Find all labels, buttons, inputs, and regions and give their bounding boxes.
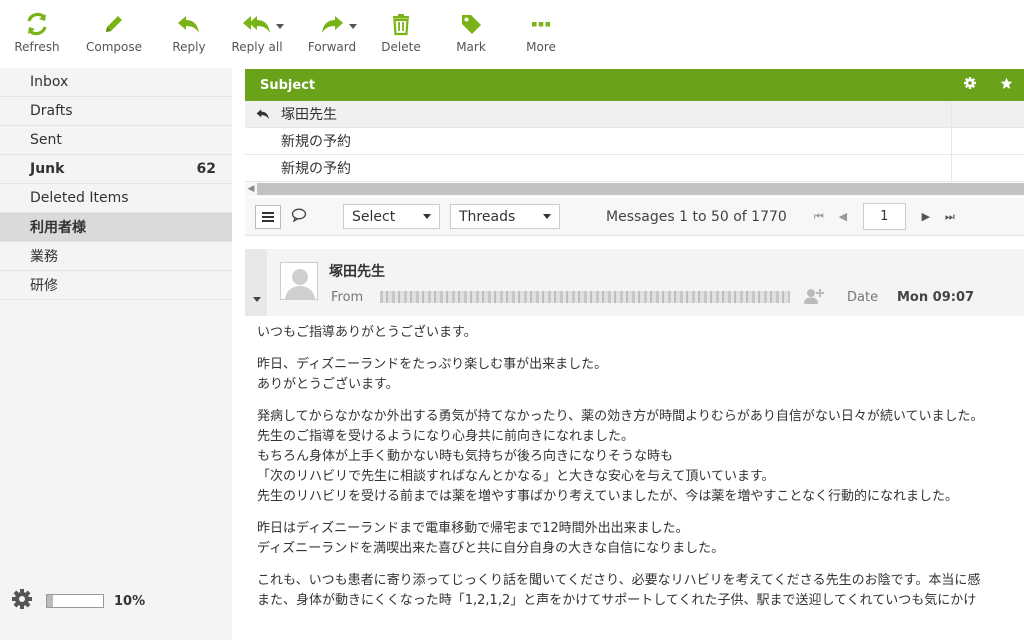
select-dropdown[interactable]: Select bbox=[343, 204, 440, 229]
list-options-gear-icon[interactable] bbox=[952, 77, 988, 93]
message-subject: 塚田先生 bbox=[281, 107, 337, 123]
refresh-label: Refresh bbox=[14, 40, 60, 54]
select-value: Select bbox=[352, 208, 396, 225]
chevron-down-icon bbox=[423, 214, 431, 219]
quota-bar bbox=[46, 594, 104, 608]
folder-name: 業務 bbox=[30, 249, 58, 265]
threads-value: Threads bbox=[459, 208, 516, 225]
body-paragraph: 昨日、ディズニーランドをたっぷり楽しむ事が出来ました。 ありがとうございます。 bbox=[257, 357, 608, 392]
from-label: From bbox=[331, 290, 364, 305]
message-subject: 新規の予約 bbox=[281, 134, 351, 150]
forward-icon bbox=[319, 10, 357, 38]
mark-label: Mark bbox=[456, 40, 486, 54]
folder-junk[interactable]: Junk 62 bbox=[0, 155, 232, 184]
message-subject: 新規の予約 bbox=[281, 161, 351, 177]
toolbar: Refresh Compose Reply Reply all Forward … bbox=[0, 0, 1024, 64]
folder-drafts[interactable]: Drafts bbox=[0, 97, 232, 126]
list-header: Subject bbox=[245, 69, 1024, 101]
body-paragraph: 発病してからなかなか外出する勇気が持てなかったり、薬の効き方が時間よりむらがあり… bbox=[257, 409, 984, 504]
sidebar-footer: 10% bbox=[0, 586, 232, 616]
folder-name: Drafts bbox=[30, 103, 73, 119]
trash-icon bbox=[390, 10, 412, 38]
gear-icon[interactable] bbox=[12, 589, 32, 613]
prev-page-icon[interactable]: ◀ bbox=[831, 210, 855, 223]
mark-button[interactable]: Mark bbox=[446, 0, 496, 64]
compose-button[interactable]: Compose bbox=[72, 0, 156, 64]
reply-icon bbox=[176, 10, 202, 38]
quota-text: 10% bbox=[114, 593, 146, 609]
folder-name: Deleted Items bbox=[30, 190, 129, 206]
compose-label: Compose bbox=[85, 40, 142, 54]
folder-sent[interactable]: Sent bbox=[0, 126, 232, 155]
threads-bubble-icon[interactable] bbox=[291, 207, 307, 226]
message-count-info: Messages 1 to 50 of 1770 bbox=[606, 208, 787, 225]
delete-button[interactable]: Delete bbox=[376, 0, 426, 64]
list-footer: Select Threads Messages 1 to 50 of 1770 … bbox=[245, 198, 1024, 236]
folder-name: 利用者様 bbox=[30, 220, 86, 236]
list-menu-button[interactable] bbox=[255, 204, 281, 229]
more-icon bbox=[530, 10, 552, 38]
body-paragraph: これも、いつも患者に寄り添ってじっくり話を聞いてくださり、必要なリハビリを考えて… bbox=[257, 573, 981, 608]
chevron-down-icon bbox=[253, 297, 261, 302]
last-page-icon[interactable]: ⏭ bbox=[938, 210, 962, 224]
folder-sidebar: Inbox Drafts Sent Junk 62 Deleted Items 利… bbox=[0, 68, 232, 640]
delete-label: Delete bbox=[381, 40, 421, 54]
folder-inbox[interactable]: Inbox bbox=[0, 68, 232, 97]
replied-icon bbox=[245, 107, 281, 121]
forward-button[interactable]: Forward bbox=[304, 0, 360, 64]
folder-deleted-items[interactable]: Deleted Items bbox=[0, 184, 232, 213]
first-page-icon[interactable]: ⏮ bbox=[807, 210, 831, 224]
folder-name: Inbox bbox=[30, 74, 69, 90]
next-page-icon[interactable]: ▶ bbox=[914, 210, 938, 223]
quota-fill bbox=[47, 595, 53, 607]
menu-icon bbox=[262, 211, 274, 222]
chevron-down-icon bbox=[349, 24, 357, 29]
refresh-icon bbox=[25, 10, 49, 38]
more-label: More bbox=[526, 40, 556, 54]
refresh-button[interactable]: Refresh bbox=[10, 0, 64, 64]
threads-dropdown[interactable]: Threads bbox=[450, 204, 560, 229]
forward-label: Forward bbox=[307, 40, 357, 54]
horizontal-scrollbar[interactable]: ◀ bbox=[245, 182, 1024, 196]
body-paragraph: いつもご指導ありがとうございます。 bbox=[257, 325, 477, 340]
pencil-icon bbox=[102, 10, 126, 38]
folder-name: Junk bbox=[30, 161, 65, 177]
folder-clients[interactable]: 利用者様 bbox=[0, 213, 232, 242]
chevron-down-icon bbox=[276, 24, 284, 29]
unread-count: 62 bbox=[196, 161, 216, 177]
scroll-left-icon[interactable]: ◀ bbox=[245, 184, 257, 194]
reply-all-button[interactable]: Reply all bbox=[226, 0, 288, 64]
scrollbar-thumb[interactable] bbox=[257, 183, 1024, 195]
folder-name: 研修 bbox=[30, 278, 58, 294]
sender-address-redacted[interactable] bbox=[380, 291, 790, 303]
date-value: Mon 09:07 bbox=[897, 290, 975, 305]
flag-star-icon[interactable] bbox=[988, 77, 1024, 94]
body-paragraph: 昨日はディズニーランドまで電車移動で帰宅まで12時間外出出来ました。 ディズニーラ… bbox=[257, 521, 725, 556]
folder-work[interactable]: 業務 bbox=[0, 242, 232, 271]
reply-button[interactable]: Reply bbox=[162, 0, 216, 64]
preview-header: 塚田先生 From Date Mon 09:07 bbox=[245, 249, 1024, 316]
page-number-input[interactable]: 1 bbox=[862, 203, 906, 230]
chevron-down-icon bbox=[543, 214, 551, 219]
avatar bbox=[280, 262, 318, 300]
reply-all-icon bbox=[242, 10, 284, 38]
table-row[interactable]: 塚田先生 bbox=[245, 101, 1024, 128]
tag-icon bbox=[459, 10, 483, 38]
table-row[interactable]: 新規の予約 bbox=[245, 128, 1024, 155]
add-contact-icon[interactable] bbox=[803, 288, 825, 308]
message-body: いつもご指導ありがとうございます。 昨日、ディズニーランドをたっぷり楽しむ事が出… bbox=[257, 323, 1024, 618]
date-label: Date bbox=[847, 290, 879, 305]
folder-name: Sent bbox=[30, 132, 62, 148]
more-button[interactable]: More bbox=[516, 0, 566, 64]
column-subject[interactable]: Subject bbox=[260, 78, 315, 93]
reply-all-label: Reply all bbox=[231, 40, 283, 54]
header-toggle[interactable] bbox=[245, 249, 267, 316]
folder-training[interactable]: 研修 bbox=[0, 271, 232, 300]
table-row[interactable]: 新規の予約 bbox=[245, 155, 1024, 182]
preview-subject: 塚田先生 bbox=[329, 264, 385, 280]
reply-label: Reply bbox=[172, 40, 206, 54]
